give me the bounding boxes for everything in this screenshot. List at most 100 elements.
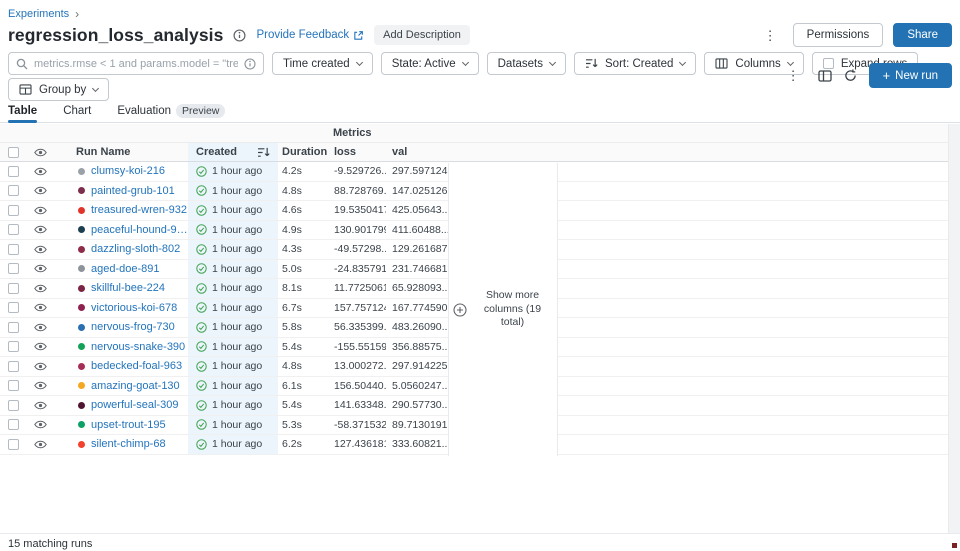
duration-column-header[interactable]: Duration <box>278 143 330 161</box>
search-input[interactable] <box>34 58 238 70</box>
run-status-check-icon <box>196 380 207 391</box>
run-created-cell: 1 hour ago <box>188 201 278 220</box>
val-column-header[interactable]: val <box>386 143 448 161</box>
row-visibility-icon[interactable] <box>28 260 54 279</box>
new-run-button[interactable]: + New run <box>869 63 952 88</box>
group-by-selector[interactable]: Group by <box>8 78 109 101</box>
loss-column-header[interactable]: loss <box>330 143 386 161</box>
share-button[interactable]: Share <box>893 23 952 47</box>
query-info-icon[interactable] <box>244 58 256 70</box>
state-filter[interactable]: State: Active <box>381 52 479 75</box>
side-panel-icon[interactable] <box>818 70 832 82</box>
select-all-checkbox[interactable] <box>8 147 19 158</box>
provide-feedback-link[interactable]: Provide Feedback <box>256 29 364 41</box>
row-visibility-icon[interactable] <box>28 240 54 259</box>
run-name-link[interactable]: upset-trout-195 <box>91 419 166 431</box>
row-visibility-icon[interactable] <box>28 435 54 454</box>
row-visibility-icon[interactable] <box>28 396 54 415</box>
run-loss-value: 127.436181... <box>330 435 386 454</box>
run-name-link[interactable]: clumsy-koi-216 <box>91 165 165 177</box>
run-duration: 6.2s <box>278 435 330 454</box>
run-name-link[interactable]: nervous-snake-390 <box>91 341 185 353</box>
sort-selector[interactable]: Sort: Created <box>574 52 696 75</box>
vertical-scrollbar[interactable] <box>948 124 960 533</box>
run-loss-value: -9.529726... <box>330 162 386 181</box>
show-more-columns-button[interactable]: Show more columns (19 total) <box>448 163 558 456</box>
run-name-link[interactable]: dazzling-sloth-802 <box>91 243 180 255</box>
run-color-dot <box>78 304 85 311</box>
sort-label: Sort: Created <box>605 58 673 70</box>
run-name-link[interactable]: amazing-goat-130 <box>91 380 180 392</box>
row-visibility-icon[interactable] <box>28 201 54 220</box>
row-checkbox[interactable] <box>8 380 19 391</box>
row-checkbox[interactable] <box>8 205 19 216</box>
row-checkbox[interactable] <box>8 166 19 177</box>
tab-table[interactable]: Table <box>8 103 37 122</box>
run-name-link[interactable]: treasured-wren-932 <box>91 204 187 216</box>
run-name-link[interactable]: skillful-bee-224 <box>91 282 165 294</box>
run-loss-value: -155.55159... <box>330 338 386 357</box>
add-description-button[interactable]: Add Description <box>374 25 470 45</box>
run-name-link[interactable]: aged-doe-891 <box>91 263 160 275</box>
row-checkbox[interactable] <box>8 400 19 411</box>
visibility-column-icon[interactable] <box>28 143 54 161</box>
run-loss-value: 157.757124... <box>330 299 386 318</box>
datasets-filter[interactable]: Datasets <box>487 52 566 75</box>
breadcrumb-experiments-link[interactable]: Experiments <box>8 8 69 20</box>
created-column-label: Created <box>196 146 237 158</box>
row-checkbox[interactable] <box>8 322 19 333</box>
run-name-link[interactable]: silent-chimp-68 <box>91 438 166 450</box>
tab-evaluation[interactable]: Evaluation Preview <box>117 103 225 122</box>
run-name-link[interactable]: peaceful-hound-944 <box>91 224 188 236</box>
row-checkbox[interactable] <box>8 224 19 235</box>
row-checkbox[interactable] <box>8 302 19 313</box>
run-name-link[interactable]: bedecked-foal-963 <box>91 360 182 372</box>
row-visibility-icon[interactable] <box>28 279 54 298</box>
row-checkbox[interactable] <box>8 341 19 352</box>
run-name-link[interactable]: powerful-seal-309 <box>91 399 178 411</box>
run-name-link[interactable]: painted-grub-101 <box>91 185 175 197</box>
run-created-text: 1 hour ago <box>212 282 262 294</box>
run-name-link[interactable]: victorious-koi-678 <box>91 302 177 314</box>
row-checkbox[interactable] <box>8 185 19 196</box>
run-created-text: 1 hour ago <box>212 360 262 372</box>
run-val-value: 129.261687... <box>386 240 448 259</box>
time-created-filter[interactable]: Time created <box>272 52 373 75</box>
table-more-options-icon[interactable]: ⋮ <box>781 67 806 84</box>
row-visibility-icon[interactable] <box>28 162 54 181</box>
run-color-dot <box>78 324 85 331</box>
created-sort-icon[interactable] <box>257 147 270 158</box>
row-visibility-icon[interactable] <box>28 357 54 376</box>
run-name-column-header[interactable]: Run Name <box>54 143 188 161</box>
row-checkbox[interactable] <box>8 244 19 255</box>
run-duration: 5.4s <box>278 396 330 415</box>
run-created-text: 1 hour ago <box>212 321 262 333</box>
run-created-cell: 1 hour ago <box>188 182 278 201</box>
created-column-header[interactable]: Created <box>188 143 278 161</box>
experiment-info-icon[interactable] <box>233 29 246 42</box>
row-visibility-icon[interactable] <box>28 338 54 357</box>
row-visibility-icon[interactable] <box>28 299 54 318</box>
run-duration: 4.8s <box>278 182 330 201</box>
row-checkbox[interactable] <box>8 283 19 294</box>
run-name-link[interactable]: nervous-frog-730 <box>91 321 175 333</box>
run-status-check-icon <box>196 244 207 255</box>
run-created-text: 1 hour ago <box>212 380 262 392</box>
row-visibility-icon[interactable] <box>28 182 54 201</box>
row-checkbox[interactable] <box>8 361 19 372</box>
refresh-icon[interactable] <box>844 69 857 82</box>
row-visibility-icon[interactable] <box>28 318 54 337</box>
run-status-check-icon <box>196 283 207 294</box>
row-checkbox[interactable] <box>8 419 19 430</box>
row-visibility-icon[interactable] <box>28 221 54 240</box>
tab-chart[interactable]: Chart <box>63 103 91 122</box>
row-checkbox[interactable] <box>8 263 19 274</box>
permissions-button[interactable]: Permissions <box>793 23 884 47</box>
header-more-options-icon[interactable]: ⋮ <box>758 27 783 44</box>
row-checkbox[interactable] <box>8 439 19 450</box>
page-title: regression_loss_analysis <box>8 25 223 46</box>
row-visibility-icon[interactable] <box>28 416 54 435</box>
row-visibility-icon[interactable] <box>28 377 54 396</box>
run-created-text: 1 hour ago <box>212 243 262 255</box>
search-box[interactable] <box>8 52 264 75</box>
